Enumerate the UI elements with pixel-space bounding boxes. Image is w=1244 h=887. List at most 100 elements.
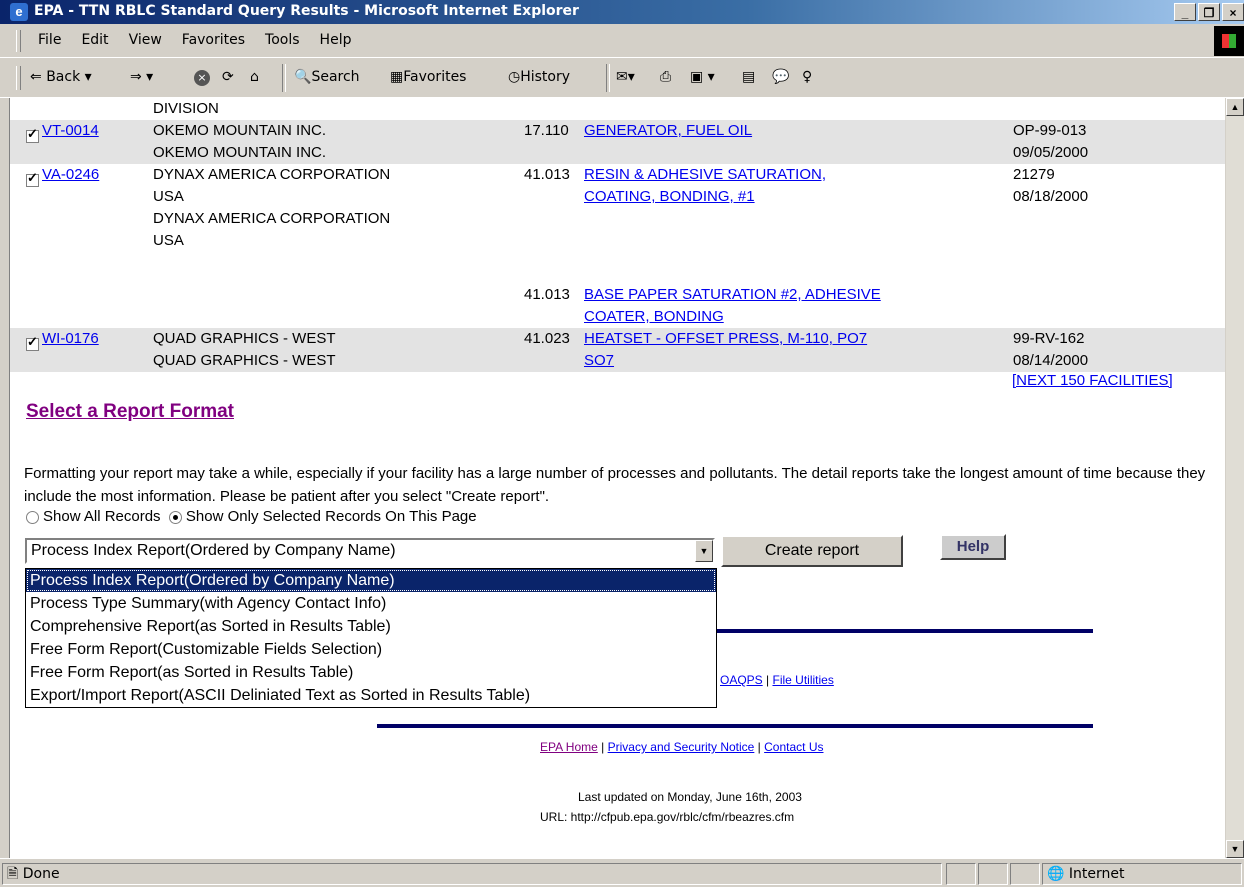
create-report-button[interactable]: Create report <box>721 535 903 567</box>
company-name: DYNAX AMERICA CORPORATION <box>153 210 391 227</box>
left-frame <box>0 98 9 858</box>
scroll-up-button[interactable]: ▲ <box>1226 98 1244 116</box>
report-format-options: Process Index Report(Ordered by Company … <box>25 568 717 708</box>
minimize-button[interactable]: _ <box>1174 3 1196 21</box>
show-selected-radio[interactable] <box>168 510 182 524</box>
process-link[interactable]: COATER, BONDING <box>584 306 724 328</box>
search-button[interactable]: 🔍Search <box>294 69 360 85</box>
messenger-button[interactable]: 💬 <box>772 69 789 85</box>
table-row: VA-0246 DYNAX AMERICA CORPORATION USA DY… <box>10 164 1227 252</box>
process-code: 17.110 <box>524 122 569 139</box>
company-name: OKEMO MOUNTAIN INC. <box>153 144 327 161</box>
page-icon: 🗎 <box>7 866 19 882</box>
process-link[interactable]: RESIN & ADHESIVE SATURATION, <box>584 164 826 186</box>
restore-button[interactable]: ❐ <box>1198 3 1220 21</box>
mail-button[interactable]: ✉▾ <box>616 69 635 85</box>
report-option[interactable]: Free Form Report(as Sorted in Results Ta… <box>26 661 716 684</box>
person-icon: ♀ <box>802 69 813 85</box>
back-arrow-icon: ⇐ <box>30 69 42 85</box>
rblc-id-link[interactable]: WI-0176 <box>42 328 99 350</box>
process-link[interactable]: COATING, BONDING, #1 <box>584 186 755 208</box>
mail-icon: ✉ <box>616 69 628 85</box>
permit-number: OP-99-013 <box>1013 122 1087 139</box>
stop-button[interactable]: × <box>194 69 210 86</box>
report-option[interactable]: Comprehensive Report(as Sorted in Result… <box>26 615 716 638</box>
table-row: 41.013 BASE PAPER SATURATION #2, ADHESIV… <box>10 284 1227 328</box>
company-name: QUAD GRAPHICS - WEST <box>153 352 336 369</box>
show-all-radio[interactable] <box>26 510 39 524</box>
footer-links-row1: OAQPS | File Utilities <box>720 673 834 687</box>
file-utilities-link[interactable]: File Utilities <box>772 673 833 687</box>
rblc-id-link[interactable]: VA-0246 <box>42 164 99 186</box>
company-name: DIVISION <box>153 100 219 117</box>
table-row: VT-0014 OKEMO MOUNTAIN INC. OKEMO MOUNTA… <box>10 120 1227 164</box>
menu-edit[interactable]: Edit <box>71 32 118 48</box>
report-option[interactable]: Process Type Summary(with Agency Contact… <box>26 592 716 615</box>
status-pane <box>978 863 1008 885</box>
privacy-link[interactable]: Privacy and Security Notice <box>608 740 755 754</box>
process-link[interactable]: HEATSET - OFFSET PRESS, M-110, PO7 <box>584 328 867 350</box>
rblc-id-link[interactable]: VT-0014 <box>42 120 99 142</box>
toolbar-grip <box>16 66 21 90</box>
menu-help[interactable]: Help <box>310 32 362 48</box>
history-button[interactable]: ◷History <box>508 69 570 85</box>
scroll-down-button[interactable]: ▼ <box>1226 840 1244 858</box>
edit-button[interactable]: ▣ ▾ <box>690 69 715 85</box>
home-button[interactable]: ⌂ <box>250 69 259 85</box>
permit-number: 21279 <box>1013 166 1055 183</box>
last-updated-text: Last updated on Monday, June 16th, 2003 <box>578 790 802 804</box>
menu-file[interactable]: File <box>28 32 71 48</box>
report-format-select[interactable]: Process Index Report(Ordered by Company … <box>25 538 715 564</box>
record-checkbox[interactable] <box>26 126 39 143</box>
next-facilities-link[interactable]: [NEXT 150 FACILITIES] <box>1012 370 1173 392</box>
record-checkbox[interactable] <box>26 334 39 351</box>
permit-date: 08/14/2000 <box>1013 352 1089 369</box>
report-description: Formatting your report may take a while,… <box>24 465 1206 505</box>
footer-links-row2: EPA Home | Privacy and Security Notice |… <box>540 740 824 754</box>
report-option[interactable]: Process Index Report(Ordered by Company … <box>26 569 716 592</box>
search-icon: 🔍 <box>294 69 312 85</box>
discuss-icon: ▤ <box>742 69 756 85</box>
toolbar-separator <box>282 64 286 92</box>
process-link[interactable]: SO7 <box>584 350 614 372</box>
favorites-button[interactable]: ▦Favorites <box>390 69 466 85</box>
table-row: WI-0176 QUAD GRAPHICS - WEST QUAD GRAPHI… <box>10 328 1227 372</box>
close-button[interactable]: × <box>1222 3 1244 21</box>
help-button[interactable]: Help <box>940 534 1006 560</box>
oaqps-link[interactable]: OAQPS <box>720 673 763 687</box>
report-option[interactable]: Free Form Report(Customizable Fields Sel… <box>26 638 716 661</box>
epa-home-link[interactable]: EPA Home <box>540 740 598 754</box>
zone-text: Internet <box>1068 866 1125 882</box>
chevron-down-icon[interactable]: ▼ <box>695 540 713 562</box>
menu-view[interactable]: View <box>119 32 172 48</box>
company-name: OKEMO MOUNTAIN INC. <box>153 122 327 139</box>
favorites-icon: ▦ <box>390 69 404 85</box>
refresh-button[interactable]: ⟳ <box>222 69 234 85</box>
history-icon: ◷ <box>508 69 521 85</box>
process-link[interactable]: BASE PAPER SATURATION #2, ADHESIVE <box>584 284 881 306</box>
divider <box>377 724 1093 728</box>
vertical-scrollbar[interactable]: ▲ ▼ <box>1225 98 1244 858</box>
zone-pane: 🌐 Internet <box>1042 863 1242 885</box>
back-button[interactable]: ⇐ Back ▾ <box>30 69 92 85</box>
menu-grip <box>16 30 21 52</box>
menu-bar: File Edit View Favorites Tools Help <box>0 24 1244 58</box>
menu-tools[interactable]: Tools <box>255 32 310 48</box>
print-icon: ⎙ <box>660 69 672 85</box>
print-button[interactable]: ⎙ <box>660 69 671 85</box>
menu-favorites[interactable]: Favorites <box>172 32 255 48</box>
company-name: DYNAX AMERICA CORPORATION <box>153 166 391 183</box>
company-country: USA <box>153 232 184 249</box>
record-checkbox[interactable] <box>26 170 39 187</box>
title-bar: e EPA - TTN RBLC Standard Query Results … <box>0 0 1244 24</box>
company-name: QUAD GRAPHICS - WEST <box>153 330 336 347</box>
process-link[interactable]: GENERATOR, FUEL OIL <box>584 120 752 142</box>
chat-icon: 💬 <box>772 69 790 85</box>
discuss-button[interactable]: ▤ <box>742 69 755 85</box>
status-text: Done <box>22 866 60 882</box>
contact-us-link[interactable]: Contact Us <box>764 740 823 754</box>
report-format-heading[interactable]: Select a Report Format <box>26 401 234 423</box>
contacts-button[interactable]: ♀ <box>802 69 812 85</box>
forward-button[interactable]: ⇒ ▾ <box>130 69 153 85</box>
report-option[interactable]: Export/Import Report(ASCII Deliniated Te… <box>26 684 716 707</box>
